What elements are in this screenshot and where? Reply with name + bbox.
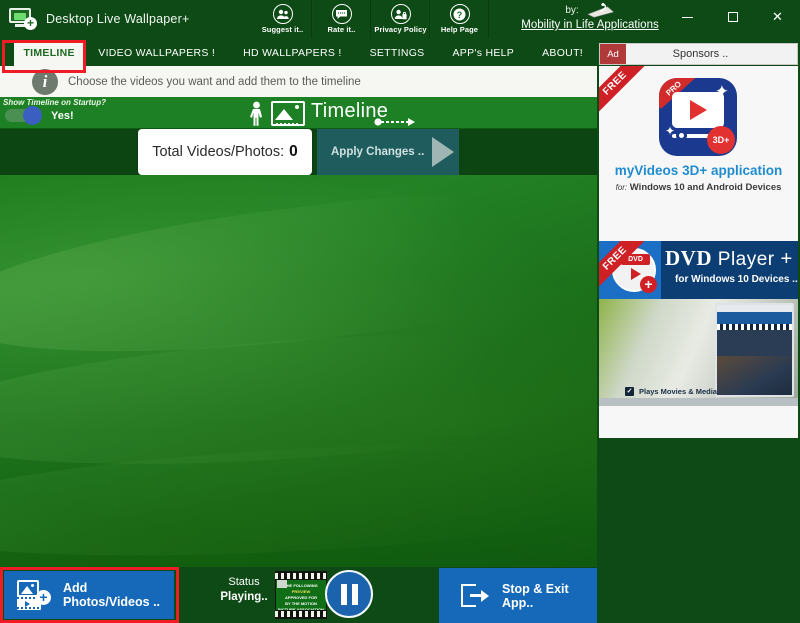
- status-label: Status: [228, 576, 260, 588]
- dvd-ad-title: DVD Player +: [665, 246, 793, 271]
- thumbnail-line-6: BY THE MOTION PICTURE ASSOCIATION: [277, 601, 324, 610]
- ad-subtitle-prefix: for:: [615, 183, 628, 192]
- sponsor-ad-filler: [599, 406, 798, 438]
- ad-subtitle: Windows 10 and Android Devices: [629, 182, 782, 193]
- show-timeline-on-startup-toggle[interactable]: [5, 106, 42, 125]
- toolbar-item-label: Suggest it..: [261, 25, 304, 34]
- filmstrip-preview-thumbnail[interactable]: THE FOLLOWING PREVIEW APPROVED FOR BY TH…: [275, 571, 327, 619]
- stop-exit-app-label: Stop & Exit App..: [502, 581, 569, 610]
- question-mark-icon: ?: [449, 4, 470, 24]
- startup-toggle-caption: Show Timeline on Startup?: [3, 98, 106, 107]
- photo-filmstrip-icon: [271, 100, 305, 126]
- free-ribbon: FREE: [599, 66, 648, 117]
- app-window: + Desktop Live Wallpaper+ Suggest it.. R…: [0, 0, 800, 623]
- dvd-ad-feature-1: ✓ Plays Movies & Media: [625, 387, 717, 396]
- ad-subtitle-group: for: Windows 10 and Android Devices: [599, 182, 798, 193]
- ad-badge: Ad: [600, 44, 626, 64]
- sponsor-ad-dvd-player[interactable]: DVD + DVD Player + for Windows 10 Device…: [599, 241, 798, 406]
- pause-button[interactable]: [325, 570, 373, 618]
- suggest-it-button[interactable]: Suggest it..: [253, 0, 312, 38]
- sponsors-title: Sponsors ..: [672, 48, 729, 60]
- status-value: Playing..: [220, 591, 268, 603]
- sponsors-panel: Ad Sponsors .. FREE PRO ✦ ✦ ✦ 3D+ myVideos…: [597, 38, 800, 623]
- privacy-policy-button[interactable]: Privacy Policy: [371, 0, 430, 38]
- dvd-ad-title-rest: Player: [712, 249, 781, 270]
- monitor-plus-icon: +: [6, 4, 40, 34]
- person-icon: [250, 101, 262, 126]
- toolbar-item-label: Privacy Policy: [374, 25, 427, 34]
- timeline-arrow-icon: [374, 118, 415, 126]
- maximize-button[interactable]: [710, 0, 755, 34]
- tab-about[interactable]: ABOUT!: [528, 40, 597, 66]
- tab-settings[interactable]: SETTINGS: [356, 40, 439, 66]
- add-photos-videos-button[interactable]: + Add Photos/Videos ..: [4, 571, 174, 619]
- tab-video-wallpapers[interactable]: VIDEO WALLPAPERS !: [84, 40, 229, 66]
- svg-text:?: ?: [457, 10, 463, 20]
- chevron-right-icon: [432, 137, 455, 167]
- tab-timeline[interactable]: TIMELINE: [14, 40, 85, 66]
- status-group: Status Playing..: [213, 576, 275, 603]
- apply-changes-button[interactable]: Apply Changes ..: [317, 129, 459, 175]
- startup-toggle-value: Yes!: [51, 109, 74, 122]
- by-label: by:: [565, 5, 579, 16]
- minimize-button[interactable]: [665, 0, 710, 34]
- sponsor-ad-myvideos-3d[interactable]: FREE PRO ✦ ✦ ✦ 3D+ myVideos 3D+ applicatio…: [599, 66, 798, 241]
- close-button[interactable]: ✕: [755, 0, 800, 34]
- dvd-ad-tablet-screenshot: [715, 303, 794, 397]
- wallpaper-preview[interactable]: [0, 175, 597, 567]
- title-bar: + Desktop Live Wallpaper+ Suggest it.. R…: [0, 0, 800, 38]
- people-icon: [272, 4, 293, 24]
- dvd-ad-title-plus: +: [780, 246, 793, 270]
- total-value: 0: [289, 143, 298, 160]
- dvd-ad-subtitle: for Windows 10 Devices ..: [675, 274, 798, 285]
- toolbar-item-label: Rate it..: [327, 25, 356, 34]
- toolbar: Suggest it.. Rate it.. Privacy Policy ? …: [253, 0, 489, 38]
- person-shield-icon: [390, 4, 411, 24]
- tab-bar: TIMELINE VIDEO WALLPAPERS ! HD WALLPAPER…: [0, 38, 597, 66]
- 3d-plus-badge: 3D+: [707, 126, 735, 154]
- add-photos-videos-label: Add Photos/Videos ..: [63, 581, 161, 609]
- tab-apps-help[interactable]: APP's HELP: [438, 40, 528, 66]
- startup-toggle-group: Show Timeline on Startup? Yes!: [3, 98, 106, 125]
- exit-door-icon: [461, 584, 489, 607]
- sponsors-header: Ad Sponsors ..: [599, 43, 798, 65]
- dvd-ad-feature-1-label: Plays Movies & Media: [639, 387, 717, 396]
- tab-hd-wallpapers[interactable]: HD WALLPAPERS !: [229, 40, 355, 66]
- help-page-button[interactable]: ? Help Page: [430, 0, 489, 38]
- total-videos-photos-card: Total Videos/Photos: 0: [138, 129, 312, 175]
- comment-icon: [331, 4, 352, 24]
- info-icon: i: [32, 68, 58, 95]
- total-label: Total Videos/Photos:: [152, 144, 285, 160]
- myvideos-3d-app-icon: PRO ✦ ✦ ✦ 3D+: [659, 78, 737, 156]
- mobility-in-life-logo: [587, 3, 614, 18]
- branding: by: Mobility in Life Applications: [500, 3, 680, 31]
- rate-it-button[interactable]: Rate it..: [312, 0, 371, 38]
- stop-exit-app-button[interactable]: Stop & Exit App..: [439, 568, 597, 623]
- info-strip: i Choose the videos you want and add the…: [0, 66, 597, 97]
- check-icon: ✓: [625, 387, 634, 396]
- info-strip-text: Choose the videos you want and add them …: [68, 75, 361, 88]
- toolbar-item-label: Help Page: [440, 25, 479, 34]
- apply-changes-label: Apply Changes ..: [331, 146, 425, 158]
- window-controls: ✕: [665, 0, 800, 34]
- ad-title: myVideos 3D+ application: [614, 163, 783, 178]
- timeline-title-group: Timeline: [248, 97, 388, 129]
- window-title: Desktop Live Wallpaper+: [46, 12, 190, 26]
- company-link[interactable]: Mobility in Life Applications: [500, 19, 680, 31]
- timeline-header-bar: Show Timeline on Startup? Yes! Timeline: [0, 97, 597, 129]
- dvd-ad-title-bold: DVD: [665, 246, 712, 270]
- add-media-icon: +: [17, 580, 51, 610]
